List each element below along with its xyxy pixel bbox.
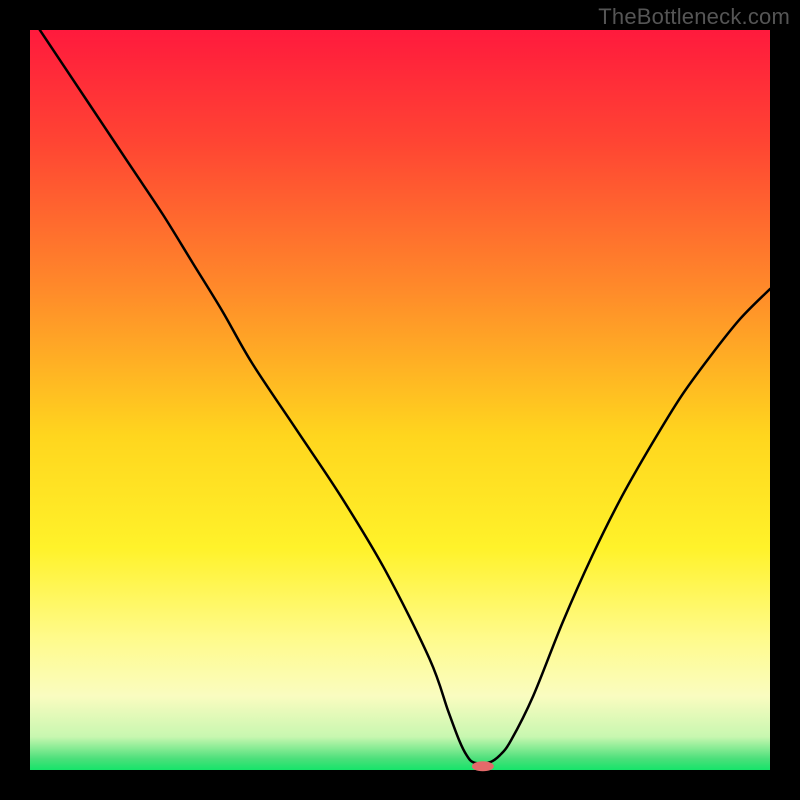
chart-frame: TheBottleneck.com bbox=[0, 0, 800, 800]
bottleneck-chart bbox=[0, 0, 800, 800]
watermark-text: TheBottleneck.com bbox=[598, 4, 790, 30]
plot-background bbox=[30, 30, 770, 770]
optimal-marker bbox=[472, 761, 494, 771]
